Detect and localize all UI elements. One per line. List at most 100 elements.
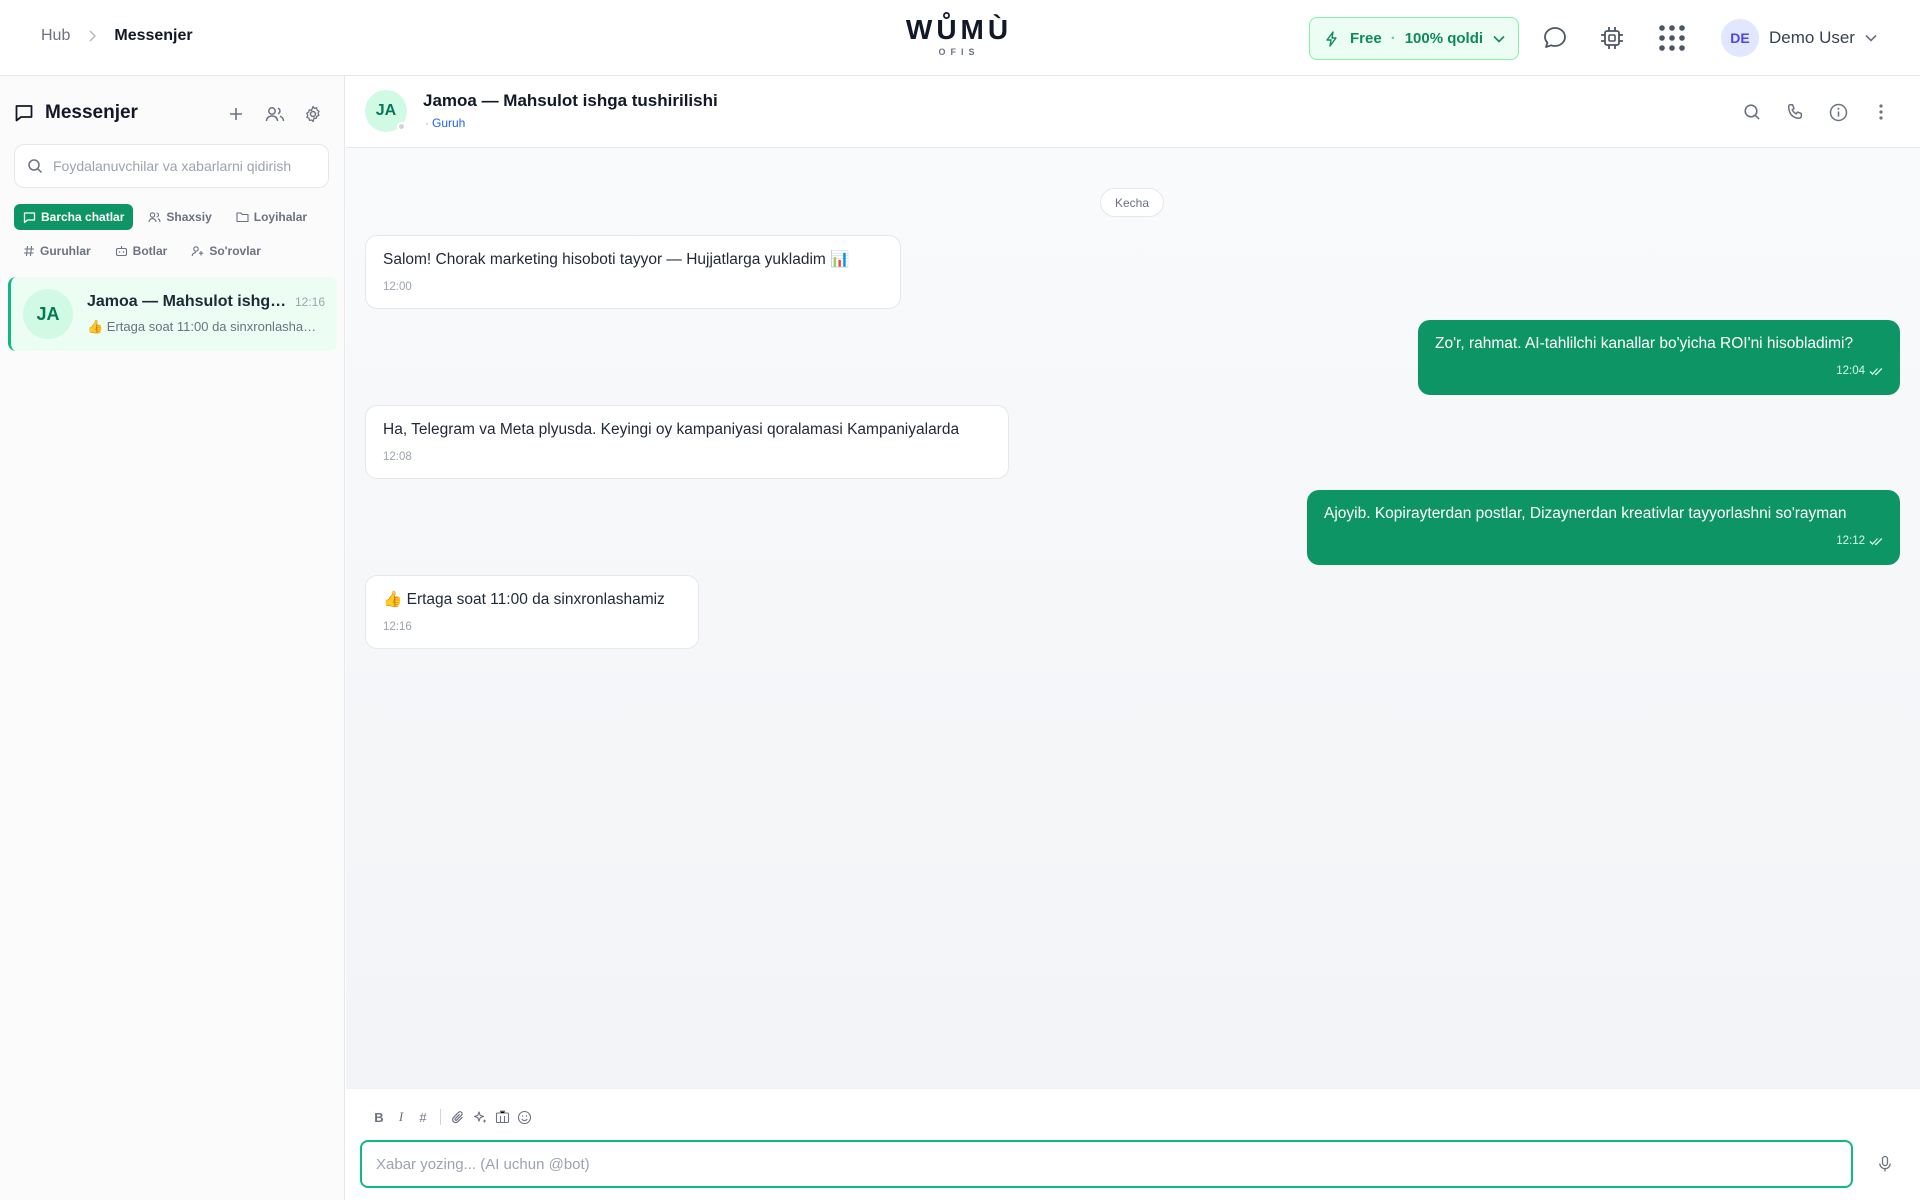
logo-text: WŮMÙ (905, 14, 1013, 45)
filter-requests[interactable]: So'rovlar (182, 238, 270, 264)
chat-icon (23, 211, 41, 224)
chat-title: Jamoa — Mahsulot ishga tushirilishi (87, 293, 287, 310)
message-meta: 12:04 (1435, 361, 1883, 381)
filter-bots[interactable]: Botlar (106, 238, 177, 264)
breadcrumb-hub-link[interactable]: Hub (41, 27, 70, 45)
chevron-down-icon (1865, 34, 1877, 42)
message-text: Ha, Telegram va Meta plyusda. Keyingi oy… (383, 421, 960, 438)
sparkles-icon (473, 1110, 488, 1125)
filter-groups[interactable]: Guruhlar (14, 238, 100, 264)
lightning-icon (1324, 30, 1340, 47)
filter-personal[interactable]: Shaxsiy (139, 204, 220, 230)
toolbar-divider (440, 1109, 441, 1125)
breadcrumb: Hub Messenjer (41, 27, 193, 45)
messenger-settings-button[interactable] (299, 100, 327, 128)
template-button[interactable] (491, 1105, 513, 1129)
filter-label: So'rovlar (209, 244, 261, 258)
plan-remaining: 100% qoldi (1404, 30, 1484, 47)
chat-list-item[interactable]: JA Jamoa — Mahsulot ishga tushirilishi 1… (8, 277, 337, 351)
message-time: 12:04 (1836, 365, 1865, 377)
user-name: Demo User (1769, 28, 1855, 47)
filter-label: Botlar (132, 244, 168, 258)
logo-subtext: OFIS (938, 47, 980, 57)
chevron-down-icon (1493, 35, 1505, 43)
bold-button[interactable]: B (368, 1105, 390, 1129)
filter-label: Guruhlar (40, 244, 91, 258)
date-separator: Kecha (1100, 188, 1165, 217)
message-time: 12:12 (1836, 535, 1865, 547)
message-text: Ajoyib. Kopirayterdan postlar, Dizaynerd… (1324, 505, 1847, 522)
phone-icon (1786, 103, 1804, 121)
message-text: Salom! Chorak marketing hisoboti tayyor … (383, 251, 850, 268)
search-input[interactable] (53, 158, 303, 174)
formatting-toolbar: B I # (368, 1105, 535, 1129)
ai-assist-button[interactable] (469, 1105, 491, 1129)
message-incoming[interactable]: Salom! Chorak marketing hisoboti tayyor … (365, 235, 901, 309)
message-time: 12:08 (383, 451, 412, 463)
message-input-box (360, 1140, 1853, 1188)
contacts-button[interactable] (261, 100, 289, 128)
chat-info-button[interactable] (1825, 99, 1851, 125)
user-plus-icon (191, 245, 209, 257)
bot-icon (115, 245, 133, 257)
plan-button[interactable]: Free · 100% qoldi (1309, 17, 1519, 60)
breadcrumb-current: Messenjer (114, 27, 193, 44)
avatar: DE (1721, 19, 1759, 57)
chat-title: Jamoa — Mahsulot ishga tushirilishi (423, 91, 718, 110)
chat-type: Guruh (432, 116, 466, 130)
plan-name: Free (1350, 30, 1382, 47)
top-bar: Hub Messenjer WŮMÙ OFIS Free · 100% qold… (0, 0, 1920, 76)
message-text: Zo'r, rahmat. AI-tahlilchi kanallar bo'y… (1435, 335, 1854, 352)
message-outgoing[interactable]: Ajoyib. Kopirayterdan postlar, Dizaynerd… (1307, 490, 1900, 565)
smiley-icon (517, 1110, 532, 1125)
voice-message-button[interactable] (1873, 1152, 1897, 1176)
search-box (14, 144, 329, 188)
emoji-button[interactable] (513, 1105, 535, 1129)
sidebar: Messenjer Barcha chatlar Shaxsiy (0, 76, 345, 1200)
italic-button[interactable]: I (390, 1105, 412, 1129)
info-icon (1829, 103, 1848, 122)
filter-label: Shaxsiy (166, 210, 212, 224)
call-button[interactable] (1782, 99, 1808, 125)
user-menu[interactable]: DE Demo User (1721, 19, 1877, 57)
hashtag-button[interactable]: # (412, 1105, 434, 1129)
new-chat-button[interactable] (222, 100, 250, 128)
chat-header: JA Jamoa — Mahsulot ishga tushirilishi ·… (346, 76, 1920, 148)
ai-chip-button[interactable] (1596, 22, 1628, 54)
chat-filters: Barcha chatlar Shaxsiy Loyihalar Guruhla… (14, 204, 334, 264)
plus-icon (228, 106, 244, 122)
search-chat-button[interactable] (1739, 99, 1765, 125)
messages-icon-button[interactable] (1539, 22, 1571, 54)
layout-icon (495, 1110, 510, 1124)
more-options-button[interactable] (1868, 99, 1894, 125)
message-time: 12:00 (383, 281, 412, 293)
double-check-icon (1865, 537, 1883, 546)
message-incoming[interactable]: 👍 Ertaga soat 11:00 da sinxronlashamiz 1… (365, 575, 699, 649)
more-vertical-icon (1879, 104, 1883, 120)
apps-grid-icon (1657, 23, 1687, 53)
message-text: 👍 Ertaga soat 11:00 da sinxronlashamiz (383, 591, 665, 608)
avatar: JA (23, 289, 73, 339)
paperclip-icon (451, 1110, 465, 1125)
chat-preview: 👍 Ertaga soat 11:00 da sinxronlashamiz (87, 319, 323, 334)
double-check-icon (1865, 367, 1883, 376)
attach-button[interactable] (447, 1105, 469, 1129)
logo[interactable]: WŮMÙ OFIS (900, 14, 1018, 57)
filter-all-chats[interactable]: Barcha chatlar (14, 204, 134, 230)
apps-grid-button[interactable] (1656, 22, 1688, 54)
message-list[interactable]: Kecha Salom! Chorak marketing hisoboti t… (346, 148, 1920, 1088)
search-icon (27, 158, 43, 174)
cpu-chip-icon (1599, 25, 1625, 51)
search-icon (1743, 103, 1761, 121)
users-icon (265, 105, 285, 123)
users-icon (148, 211, 166, 223)
message-incoming[interactable]: Ha, Telegram va Meta plyusda. Keyingi oy… (365, 405, 1009, 479)
sidebar-header: Messenjer (14, 102, 138, 124)
message-time: 12:16 (383, 621, 412, 633)
chat-square-icon (14, 103, 34, 123)
message-outgoing[interactable]: Zo'r, rahmat. AI-tahlilchi kanallar bo'y… (1418, 320, 1900, 395)
plan-separator: · (1390, 30, 1396, 47)
folder-icon (236, 211, 254, 223)
filter-projects[interactable]: Loyihalar (227, 204, 316, 230)
message-input[interactable] (376, 1155, 1851, 1173)
